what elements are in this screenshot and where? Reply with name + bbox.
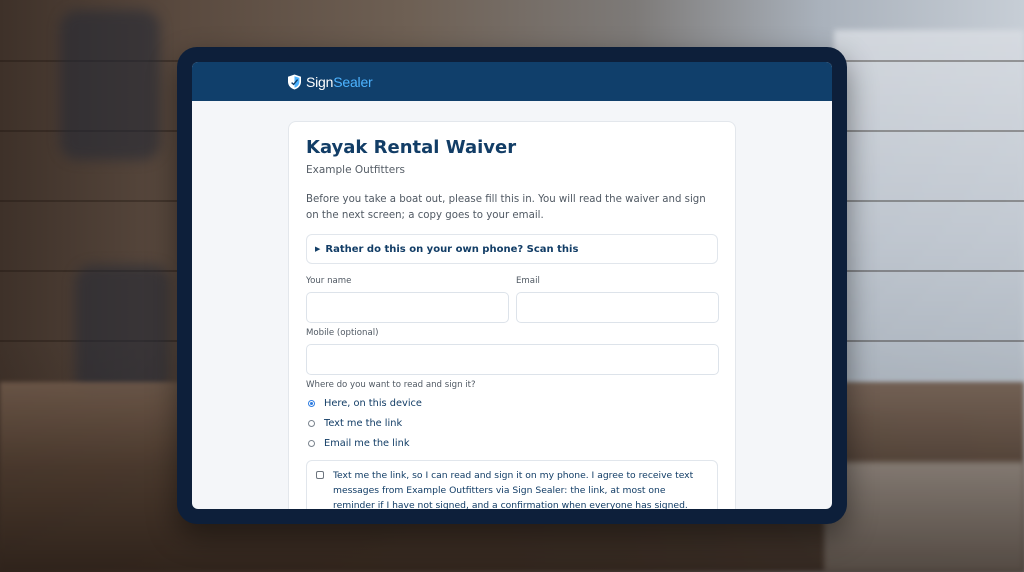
radio-button[interactable] — [308, 439, 315, 447]
sms-consent-box[interactable]: Text me the link, so I can read and sign… — [306, 460, 718, 509]
radio-option-this-device[interactable]: Here, on this device — [308, 393, 718, 413]
name-field-label: Your name — [306, 276, 352, 286]
radio-option-text-link[interactable]: Text me the link — [308, 413, 718, 433]
organization-name: Example Outfitters — [306, 164, 406, 176]
shield-icon — [288, 74, 301, 89]
mobile-input[interactable] — [306, 344, 719, 375]
app-logo[interactable]: SignSealer — [287, 74, 373, 90]
sms-consent-checkbox[interactable] — [316, 471, 324, 479]
app-logo-text-sign: Sign — [306, 73, 334, 90]
email-field-label: Email — [516, 276, 540, 286]
background-table-edge — [824, 462, 1024, 572]
name-input[interactable] — [306, 292, 509, 323]
radio-option-label: Text me the link — [324, 417, 403, 429]
mobile-field-label: Mobile (optional) — [306, 328, 379, 338]
radio-option-email-link[interactable]: Email me the link — [308, 433, 718, 453]
email-field-group: Email — [516, 276, 719, 323]
background-life-jacket — [60, 10, 160, 160]
qr-code-toggle-label: Rather do this on your own phone? Scan t… — [325, 243, 579, 255]
radio-option-label: Email me the link — [324, 437, 410, 449]
background-life-jacket — [75, 265, 170, 395]
app-logo-text: SignSealer — [306, 74, 373, 90]
tablet-frame: SignSealer Kayak Rental Waiver Example O… — [177, 47, 847, 524]
app-header: SignSealer — [192, 62, 832, 101]
qr-code-toggle[interactable]: ▶ Rather do this on your own phone? Scan… — [306, 234, 718, 264]
sign-method-question: Where do you want to read and sign it? — [306, 380, 476, 390]
disclosure-triangle-icon: ▶ — [315, 245, 321, 253]
app-logo-text-sealer: Sealer — [333, 73, 373, 90]
background-window — [834, 30, 1024, 410]
form-title: Kayak Rental Waiver — [306, 137, 517, 158]
sign-method-radio-group: Here, on this device Text me the link Em… — [306, 393, 718, 453]
radio-button[interactable] — [308, 419, 315, 427]
name-email-row: Your name Email — [306, 276, 719, 323]
email-input[interactable] — [516, 292, 719, 323]
mobile-field-group: Mobile (optional) — [306, 328, 719, 375]
radio-option-label: Here, on this device — [324, 397, 422, 409]
radio-button-selected[interactable] — [308, 399, 315, 407]
sms-consent-text: Text me the link, so I can read and sign… — [333, 470, 694, 509]
name-field-group: Your name — [306, 276, 509, 323]
tablet-screen: SignSealer Kayak Rental Waiver Example O… — [192, 62, 832, 509]
form-intro-text: Before you take a boat out, please fill … — [306, 194, 706, 221]
background-scene: SignSealer Kayak Rental Waiver Example O… — [0, 0, 1024, 572]
waiver-form-card: Kayak Rental Waiver Example Outfitters B… — [288, 121, 736, 509]
